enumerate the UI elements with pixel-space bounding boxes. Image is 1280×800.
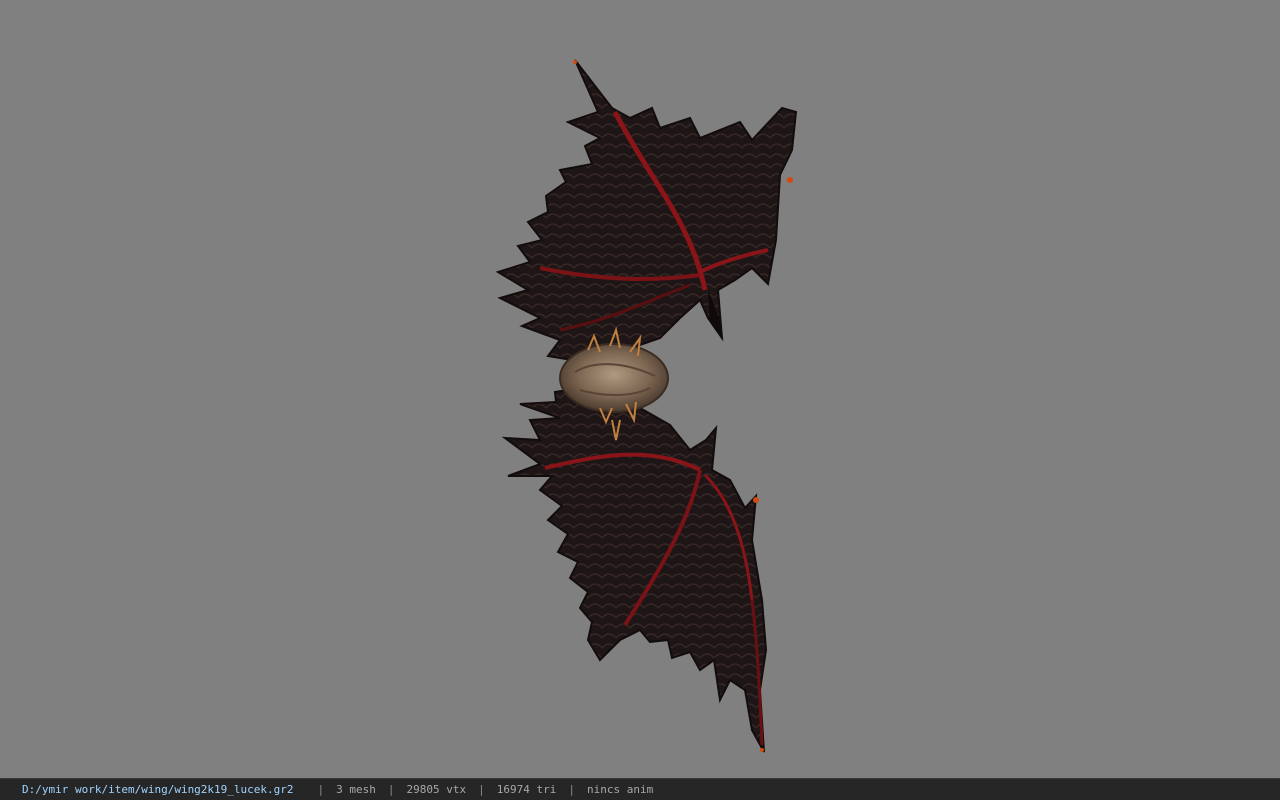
- upper-wing: [495, 59, 798, 362]
- lower-wing-tip-glow-2: [760, 748, 764, 752]
- upper-wing-tip-glow: [787, 177, 793, 183]
- 3d-viewport[interactable]: [0, 0, 1280, 778]
- status-triangle-count: 16974 tri: [496, 783, 557, 796]
- status-separator: |: [568, 783, 575, 796]
- lower-wing-tip-glow: [753, 497, 759, 503]
- status-mesh-count: 3 mesh: [336, 783, 376, 796]
- body-torso: [559, 343, 669, 413]
- lower-wing: [501, 386, 768, 753]
- status-file-path: D:/ymir work/item/wing/wing2k19_lucek.gr…: [22, 783, 294, 796]
- status-vertex-count: 29805 vtx: [406, 783, 467, 796]
- upper-wing-membrane: [495, 59, 798, 362]
- upper-wing-tip-glow-2: [573, 60, 577, 64]
- lower-wing-membrane: [501, 386, 768, 753]
- status-separator: |: [478, 783, 485, 796]
- status-separator: |: [317, 783, 325, 796]
- status-separator: |: [387, 783, 395, 796]
- wing-model-render[interactable]: [0, 0, 1280, 778]
- status-bar: D:/ymir work/item/wing/wing2k19_lucek.gr…: [0, 778, 1280, 800]
- status-anim-status: nincs anim: [587, 783, 654, 796]
